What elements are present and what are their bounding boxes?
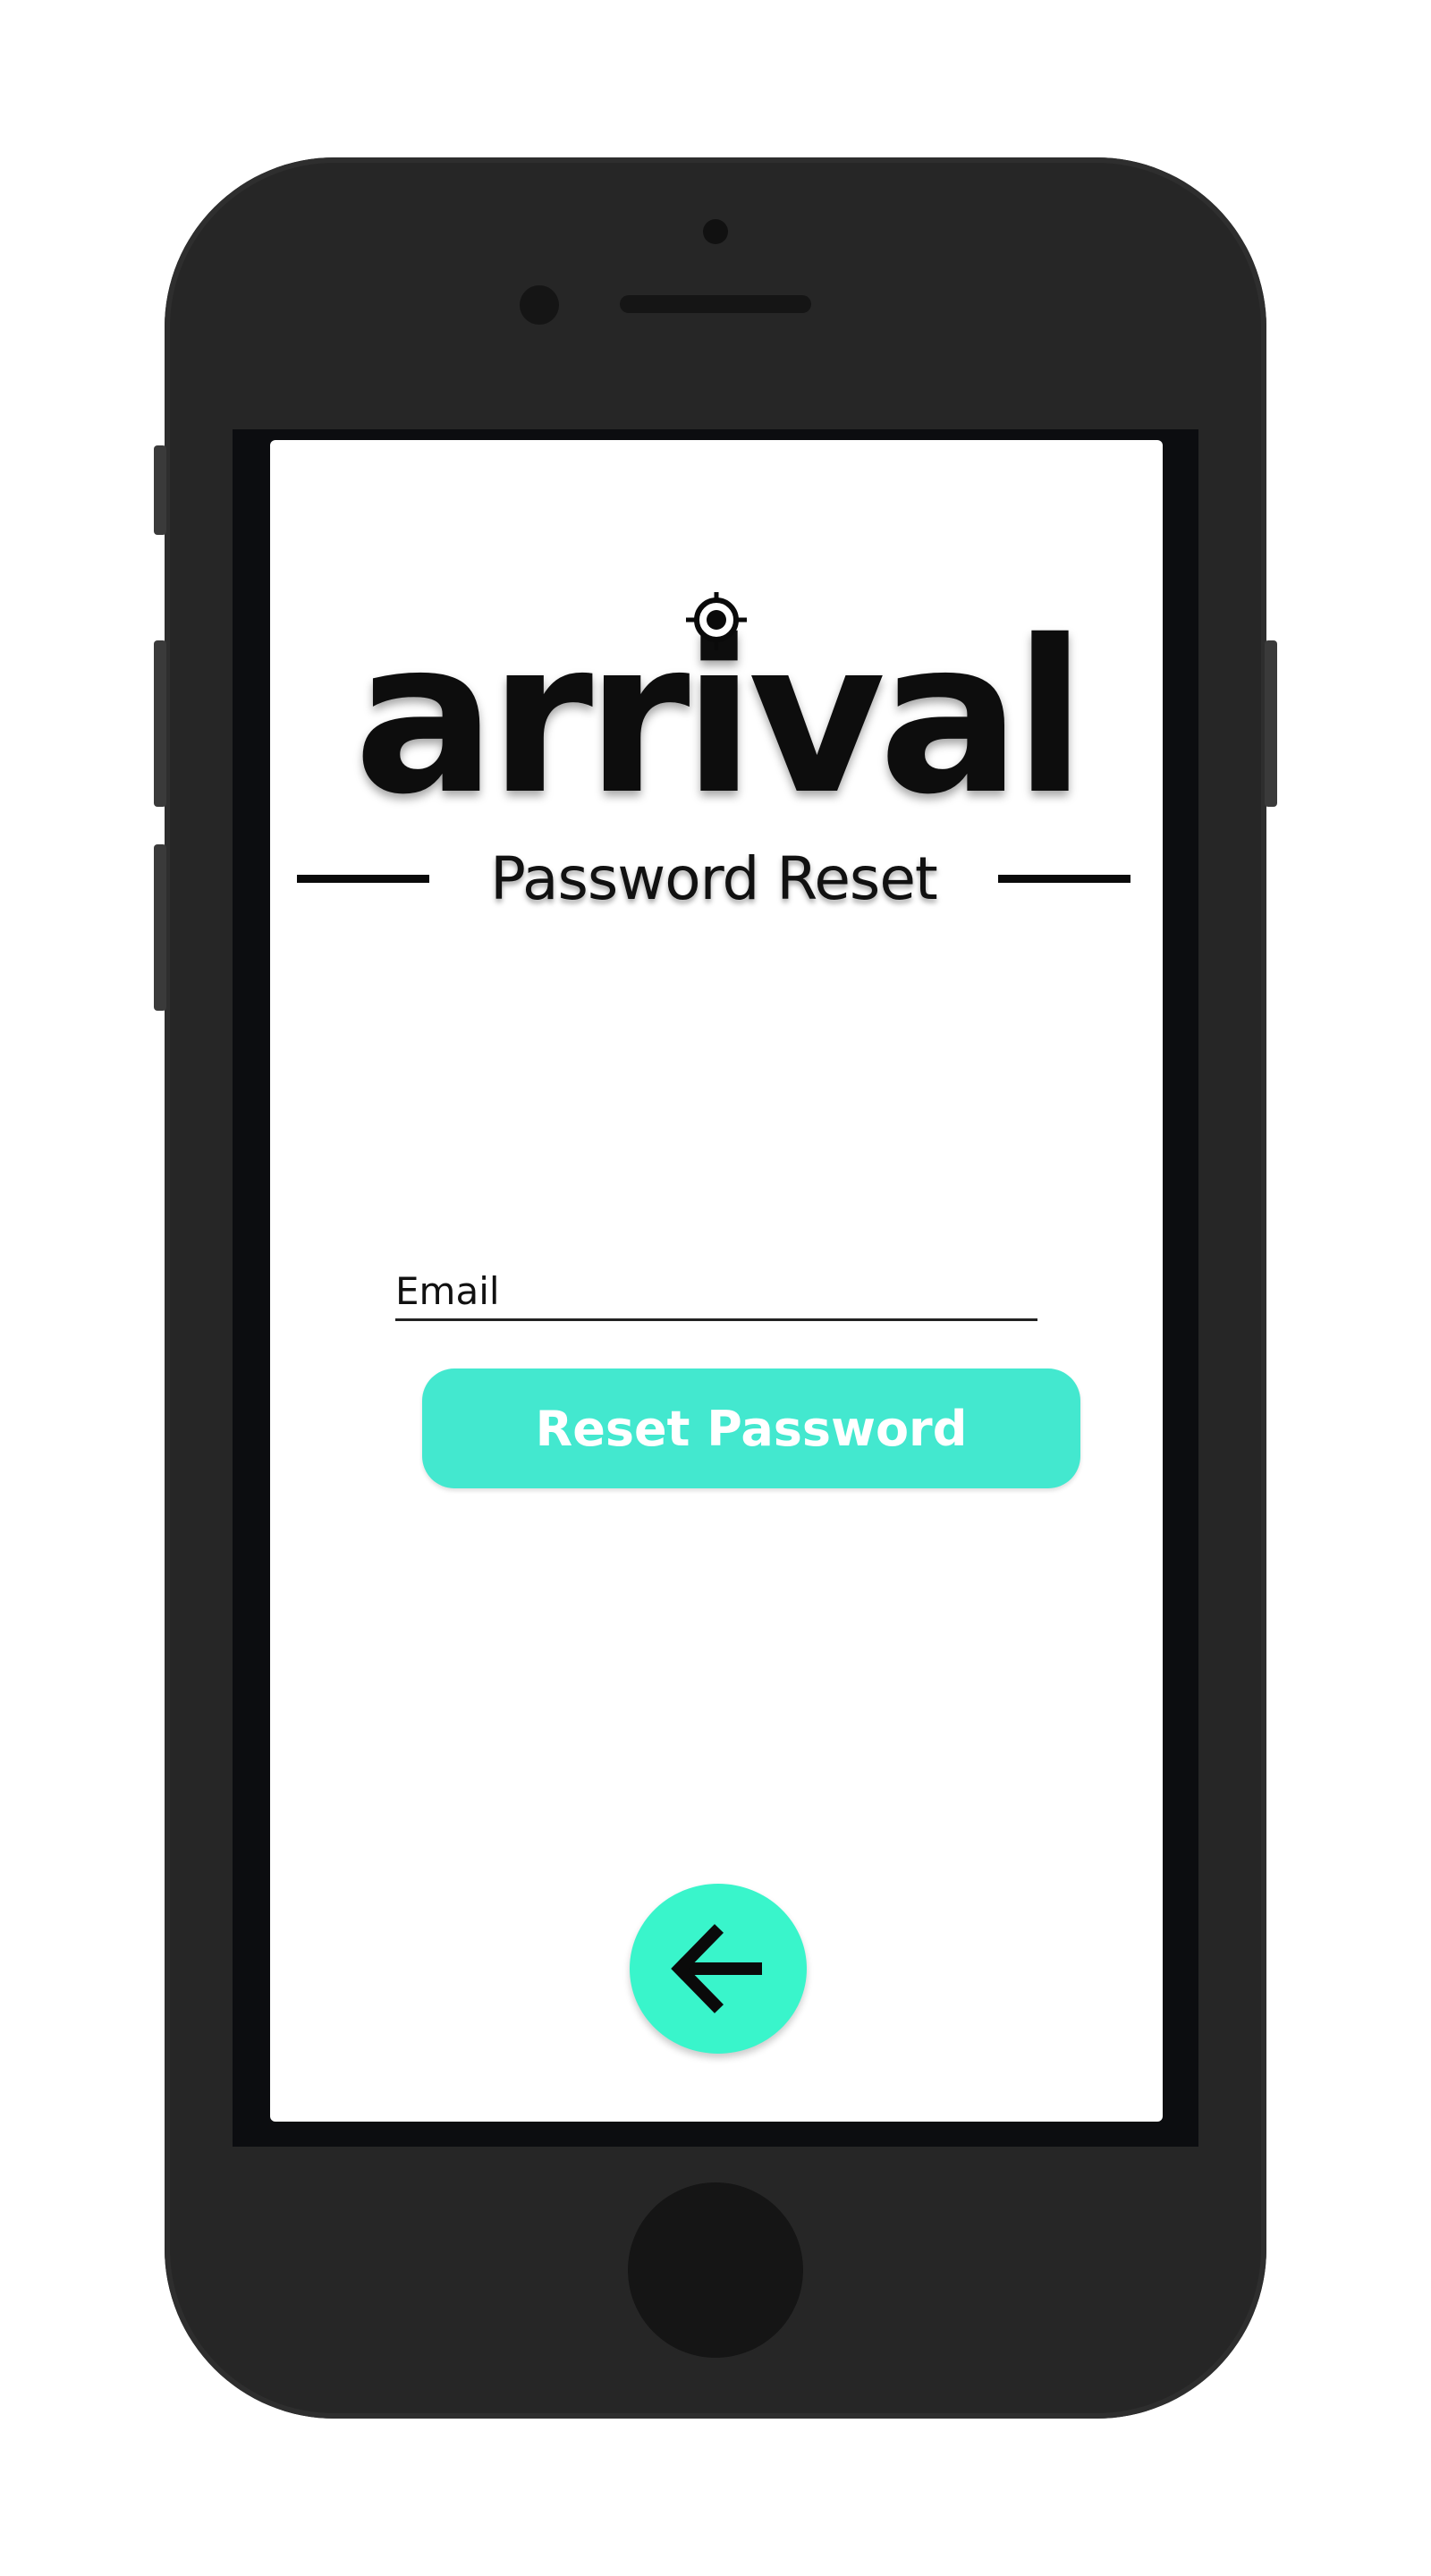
volume-up-button <box>154 640 166 807</box>
app-logo: arrival <box>270 589 1163 841</box>
divider-right <box>998 874 1130 883</box>
volume-down-button <box>154 844 166 1011</box>
arrival-logo: arrival <box>354 589 1086 841</box>
proximity-sensor <box>703 219 728 244</box>
email-field-container <box>395 1254 1037 1321</box>
divider-left <box>297 874 429 883</box>
reset-password-button[interactable]: Reset Password <box>422 1368 1080 1488</box>
email-field[interactable] <box>395 1269 1037 1313</box>
power-button <box>1265 640 1277 807</box>
silent-switch <box>154 445 166 535</box>
page-title: Password Reset <box>490 843 938 913</box>
subtitle-row: Password Reset <box>297 843 1130 914</box>
back-button[interactable] <box>630 1884 807 2054</box>
front-camera <box>520 285 559 325</box>
home-button[interactable] <box>628 2182 803 2358</box>
arrow-left-icon <box>671 1924 762 2013</box>
earpiece-speaker <box>620 295 811 313</box>
app-screen: arrival Password Reset Reset Password <box>270 440 1163 2122</box>
